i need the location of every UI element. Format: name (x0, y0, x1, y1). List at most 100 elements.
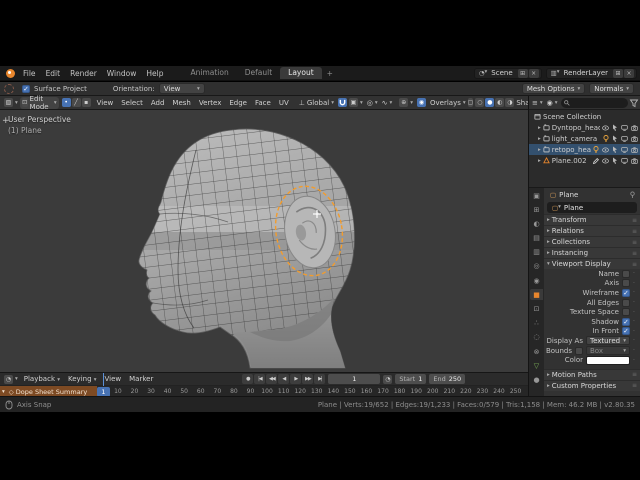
timeline-menu-view[interactable]: View (101, 375, 126, 383)
unlink-scene-button[interactable]: × (528, 68, 539, 78)
viewport-menu-select[interactable]: Select (117, 99, 147, 107)
outliner-row-scene-collection[interactable]: Scene Collection (529, 111, 640, 122)
start-frame-field[interactable]: Start 1 (395, 374, 427, 384)
menu-render[interactable]: Render (65, 69, 102, 78)
timeline-menu-playback[interactable]: Playback ▾ (20, 375, 64, 383)
texture-space-checkbox[interactable] (622, 308, 630, 317)
record-button[interactable]: ● (242, 374, 254, 384)
current-frame-field[interactable]: 1 (328, 374, 381, 384)
add-workspace-button[interactable]: + (322, 69, 338, 78)
expand-caret-icon[interactable]: ▸ (538, 158, 541, 164)
auto-key-toggle[interactable]: ◔ (383, 374, 393, 384)
object-color-swatch[interactable] (586, 355, 630, 365)
display-as-dropdown[interactable]: Textured ▾ (586, 336, 630, 346)
expand-caret-icon[interactable]: ▸ (538, 125, 541, 131)
jump-start-button[interactable]: |◀ (254, 374, 266, 384)
snap-toggle[interactable]: ▣ ▾ (336, 97, 365, 109)
next-keyframe-button[interactable]: ▶▶ (302, 374, 314, 384)
new-view-layer-button[interactable]: ⊞ (613, 68, 623, 78)
properties-tab-constraints[interactable]: ⊗ (530, 346, 543, 357)
viewport-menu-edge[interactable]: Edge (225, 99, 251, 107)
in-front-checkbox[interactable]: ✓ (622, 327, 630, 336)
shading-rendered-button[interactable]: ◑ (505, 98, 515, 107)
filter-funnel-icon[interactable] (629, 99, 639, 107)
menu-edit[interactable]: Edit (41, 69, 66, 78)
mode-dropdown[interactable]: ⊡ Edit Mode ▾ (19, 95, 59, 111)
overlays-dropdown[interactable]: Overlays ▾ (428, 97, 468, 109)
panel-instancing[interactable]: ▸ Instancing ≡ (544, 247, 640, 258)
workspace-tab-default[interactable]: Default (237, 67, 280, 79)
outliner-search-input[interactable] (560, 97, 628, 108)
proportional-falloff-dropdown[interactable]: ∿ ▾ (380, 97, 395, 109)
new-scene-button[interactable]: ⊞ (517, 68, 528, 78)
editor-type-button[interactable]: ▧ ▾ (2, 97, 20, 109)
shading-material-button[interactable]: ◐ (495, 98, 505, 107)
panel-custom-properties[interactable]: ▸ Custom Properties ≡ (544, 379, 640, 391)
outliner-row-light-camera[interactable]: ▸ light_camera (529, 133, 640, 144)
viewport-menu-mesh[interactable]: Mesh (168, 99, 194, 107)
select-mode-face[interactable]: ▪ (81, 98, 91, 107)
mesh-options-dropdown[interactable]: Mesh Options ▾ (521, 83, 586, 94)
outliner-row-dyntopo-head[interactable]: ▸ Dyntopo_head (529, 122, 640, 133)
viewport-menu-add[interactable]: Add (147, 99, 169, 107)
properties-tab-world[interactable]: ◉ (530, 275, 543, 286)
axis-checkbox[interactable] (622, 279, 630, 288)
scene-name[interactable]: Scene (487, 69, 516, 77)
gizmo-dropdown[interactable]: ⊕ ▾ (397, 97, 415, 109)
wireframe-checkbox[interactable]: ✓ (622, 288, 630, 297)
expand-caret-icon[interactable]: ▸ (538, 136, 541, 142)
shading-wireframe-button[interactable]: ○ (475, 98, 485, 107)
timeline-menu-marker[interactable]: Marker (125, 375, 157, 383)
panel-viewport-display[interactable]: ▾ Viewport Display ≡ (544, 258, 640, 269)
play-button[interactable]: ▶ (290, 374, 302, 384)
panel-relations[interactable]: ▸ Relations ≡ (544, 225, 640, 236)
normals-dropdown[interactable]: Normals ▾ (589, 83, 634, 94)
all-edges-checkbox[interactable] (622, 298, 630, 307)
3d-viewport[interactable]: User Perspective (1) Plane + (0, 110, 528, 372)
properties-tab-view-layer[interactable]: ▥ (530, 247, 543, 258)
viewport-menu-uv[interactable]: UV (275, 99, 293, 107)
view-layer-icon[interactable]: ▥ ▾ (551, 69, 560, 77)
viewport-menu-vertex[interactable]: Vertex (195, 99, 226, 107)
outliner-filter-dropdown[interactable]: ◉ ▾ (546, 97, 559, 109)
menu-file[interactable]: File (18, 69, 41, 78)
menu-help[interactable]: Help (141, 69, 168, 78)
timeline-menu-keying[interactable]: Keying ▾ (64, 375, 101, 383)
breadcrumb-object-name[interactable]: Plane (559, 191, 578, 199)
panel-transform[interactable]: ▸ Transform ≡ (544, 214, 640, 225)
prev-keyframe-button[interactable]: ◀◀ (266, 374, 278, 384)
properties-tab-tool[interactable]: ⊞ (530, 204, 543, 215)
properties-tab-physics[interactable]: ◌ (530, 332, 543, 343)
workspace-tab-animation[interactable]: Animation (182, 67, 236, 79)
panel-collections[interactable]: ▸ Collections ≡ (544, 236, 640, 247)
properties-tab-render[interactable]: ◐ (530, 218, 543, 229)
playhead[interactable] (103, 373, 104, 386)
shading-solid-button[interactable]: ● (485, 98, 495, 107)
transform-orientation-dropdown[interactable]: ⊥ Global ▾ (297, 97, 336, 109)
menu-window[interactable]: Window (102, 69, 142, 78)
workspace-tab-layout[interactable]: Layout (280, 67, 322, 79)
viewport-menu-view[interactable]: View (93, 99, 118, 107)
xray-toggle[interactable]: ▢ (467, 98, 474, 107)
properties-tab-particles[interactable]: ∴ (530, 318, 543, 329)
properties-tab-object-data[interactable]: ▽ (530, 360, 543, 371)
outliner-row-retopo-head[interactable]: ▸ retopo_head (529, 144, 640, 155)
viewport-menu-face[interactable]: Face (251, 99, 275, 107)
properties-tab-object[interactable]: ■ (530, 289, 543, 301)
scene-icon[interactable]: ◔ ▾ (479, 69, 487, 77)
overlays-toggle[interactable]: ◉ (415, 97, 428, 109)
jump-end-button[interactable]: ▶| (314, 374, 326, 384)
shadow-checkbox[interactable]: ✓ (622, 317, 630, 326)
end-frame-field[interactable]: End 250 (429, 374, 466, 384)
timeline-editor-type-button[interactable]: ◔ ▾ (2, 373, 20, 385)
bounds-type-dropdown[interactable]: Box ▾ (586, 346, 630, 356)
remove-view-layer-button[interactable]: × (624, 68, 634, 78)
surface-project-checkbox[interactable]: ✓ (22, 84, 30, 93)
falloff-icon[interactable] (4, 83, 14, 94)
properties-editor-type-button[interactable]: ▣ (530, 190, 543, 201)
object-name-field[interactable]: ▢ ▾ Plane (547, 202, 637, 213)
outliner-row-plane-002[interactable]: ▸ Plane.002 (529, 155, 640, 166)
play-reverse-button[interactable]: ◀ (278, 374, 290, 384)
current-frame-indicator[interactable]: 1 (97, 386, 110, 397)
properties-tab-output[interactable]: ▤ (530, 233, 543, 244)
